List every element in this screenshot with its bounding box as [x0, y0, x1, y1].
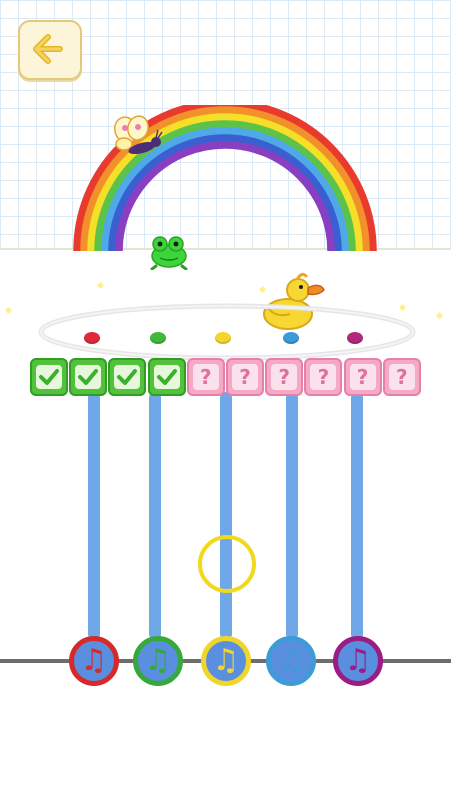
- frog-character[interactable]: [148, 234, 190, 270]
- checkmark-icon: [117, 369, 138, 385]
- track-dot: [84, 332, 100, 344]
- music-note-icon: ♫: [80, 643, 108, 678]
- note-button[interactable]: ♫: [333, 636, 383, 686]
- progress-tile-pending: ?: [304, 358, 343, 396]
- track-dot: [347, 332, 363, 344]
- back-button[interactable]: [18, 20, 82, 80]
- music-string[interactable]: [149, 392, 161, 640]
- music-note-icon: ♫: [344, 643, 372, 678]
- question-mark: ?: [349, 364, 376, 390]
- note-button[interactable]: ♫: [201, 636, 251, 686]
- question-mark: ?: [271, 364, 298, 390]
- music-string[interactable]: [286, 392, 298, 640]
- progress-tile-pending: ?: [186, 358, 225, 396]
- checkmark-icon: [39, 369, 59, 385]
- target-ring[interactable]: [198, 535, 256, 593]
- note-button[interactable]: ♫: [266, 636, 316, 686]
- progress-tile-done: [30, 358, 68, 396]
- progress-tile-pending: ?: [265, 358, 304, 396]
- music-string[interactable]: [88, 392, 100, 640]
- track-dot: [150, 332, 166, 344]
- checkmark-icon: [78, 369, 99, 385]
- question-mark: ?: [388, 364, 415, 390]
- butterfly-character[interactable]: [108, 114, 164, 164]
- note-button[interactable]: ♫: [69, 636, 119, 686]
- music-note-icon: ♫: [144, 643, 172, 678]
- music-note-icon: ♫: [277, 643, 305, 678]
- music-note-icon: ♫: [212, 643, 240, 678]
- progress-tile-done: [108, 358, 147, 396]
- question-mark: ?: [232, 364, 258, 390]
- progress-tile-done: [69, 358, 108, 396]
- oval-track: [38, 303, 416, 361]
- progress-tile-done: [147, 358, 186, 396]
- progress-tile-pending: ?: [382, 358, 421, 396]
- checkmark-icon: [156, 369, 177, 385]
- track-dot: [283, 332, 299, 344]
- note-button[interactable]: ♫: [133, 636, 183, 686]
- question-mark: ?: [310, 364, 337, 390]
- music-string[interactable]: [351, 392, 363, 640]
- progress-tile-pending: ?: [226, 358, 264, 396]
- music-string[interactable]: [220, 392, 232, 640]
- question-mark: ?: [192, 364, 219, 390]
- track-dot: [215, 332, 231, 344]
- arrow-left-icon: [33, 34, 63, 64]
- progress-tile-pending: ?: [343, 358, 382, 396]
